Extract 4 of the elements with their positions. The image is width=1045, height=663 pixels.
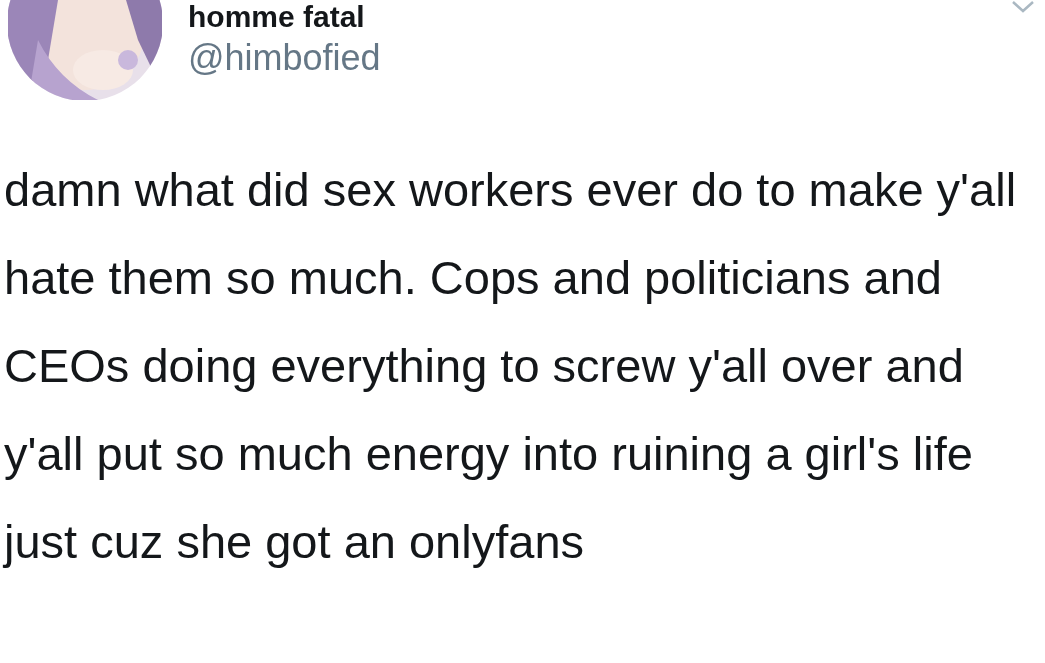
display-name: homme fatal (188, 0, 366, 34)
user-handle: @himbofied (188, 36, 382, 80)
chevron-down-icon[interactable] (1011, 0, 1035, 14)
tweet-text: damn what did sex workers ever do to make y'all hate them so much. Cops and politicians and CEOs doing everything to screw y'all over and y'all put so much energy into ruining a girl's life just cuz she got an onlyfans (2, 162, 1018, 570)
